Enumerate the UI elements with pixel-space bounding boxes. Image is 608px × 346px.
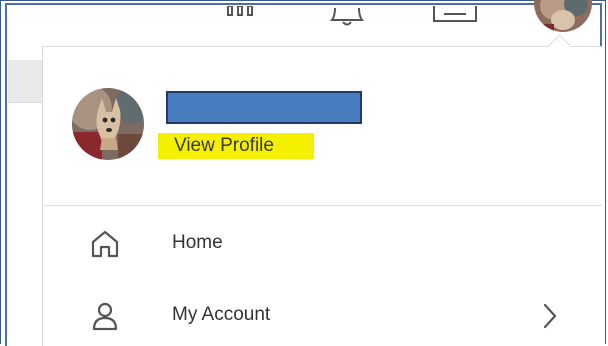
chevron-right-icon: [543, 303, 557, 329]
view-profile-label: View Profile: [174, 135, 274, 156]
profile-name-redacted: [166, 91, 362, 124]
bell-icon[interactable]: [330, 6, 364, 28]
home-icon: [91, 230, 119, 258]
view-profile-link[interactable]: View Profile: [158, 133, 314, 159]
menu-item-label: My Account: [172, 304, 271, 325]
menu-item-my-account[interactable]: My Account: [42, 287, 602, 343]
user-icon: [92, 302, 118, 331]
profile-avatar[interactable]: [72, 88, 144, 160]
background-panel: [8, 60, 42, 102]
menu-divider: [42, 205, 602, 206]
background-divider: [8, 102, 42, 103]
menu-item-label: Home: [172, 232, 223, 253]
inbox-icon[interactable]: [432, 6, 478, 26]
menu-item-home[interactable]: Home: [42, 215, 602, 271]
grid-icon[interactable]: [224, 6, 258, 20]
